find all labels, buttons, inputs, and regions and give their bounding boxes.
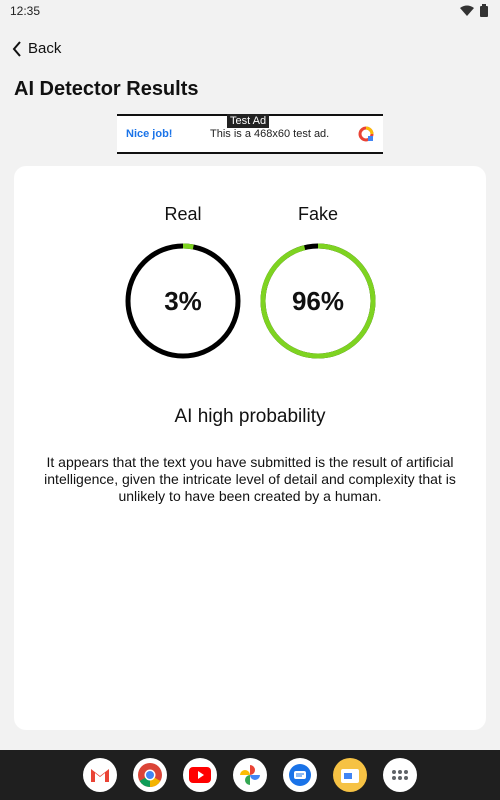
messages-icon[interactable] <box>283 758 317 792</box>
fake-value: 96% <box>291 285 345 316</box>
status-time: 12:35 <box>10 4 41 18</box>
app-drawer-icon[interactable] <box>383 758 417 792</box>
photos-icon[interactable] <box>233 758 267 792</box>
fake-gauge: 96% <box>258 241 378 361</box>
real-gauge: 3% <box>123 241 243 361</box>
ad-banner[interactable]: Test Ad Nice job! This is a 468x60 test … <box>117 114 383 154</box>
page-title: AI Detector Results <box>14 78 199 100</box>
result-card: Real Fake 3% 96% AI high probability It … <box>14 166 486 730</box>
gmail-icon[interactable] <box>83 758 117 792</box>
chrome-icon[interactable] <box>133 758 167 792</box>
real-value: 3% <box>164 285 202 316</box>
battery-icon <box>480 4 488 17</box>
fake-label: Fake <box>297 204 339 224</box>
wifi-icon <box>460 5 474 16</box>
real-label: Real <box>164 204 202 224</box>
back-label: Back <box>28 40 62 57</box>
explanation: It appears that the text you have submit… <box>44 454 456 504</box>
status-bar: 12:35 <box>0 0 500 24</box>
chevron-left-icon <box>12 40 21 57</box>
ad-body: This is a 468x60 test ad. <box>210 128 330 140</box>
ad-logo-icon <box>358 126 374 142</box>
files-icon[interactable] <box>333 758 367 792</box>
ad-headline: Nice job! <box>126 128 173 140</box>
verdict: AI high probability <box>174 406 326 427</box>
youtube-icon[interactable] <box>183 758 217 792</box>
back-button[interactable]: Back <box>12 40 61 57</box>
app-dock <box>0 750 500 800</box>
status-icons <box>460 4 488 17</box>
ad-tag: Test Ad <box>227 114 270 128</box>
